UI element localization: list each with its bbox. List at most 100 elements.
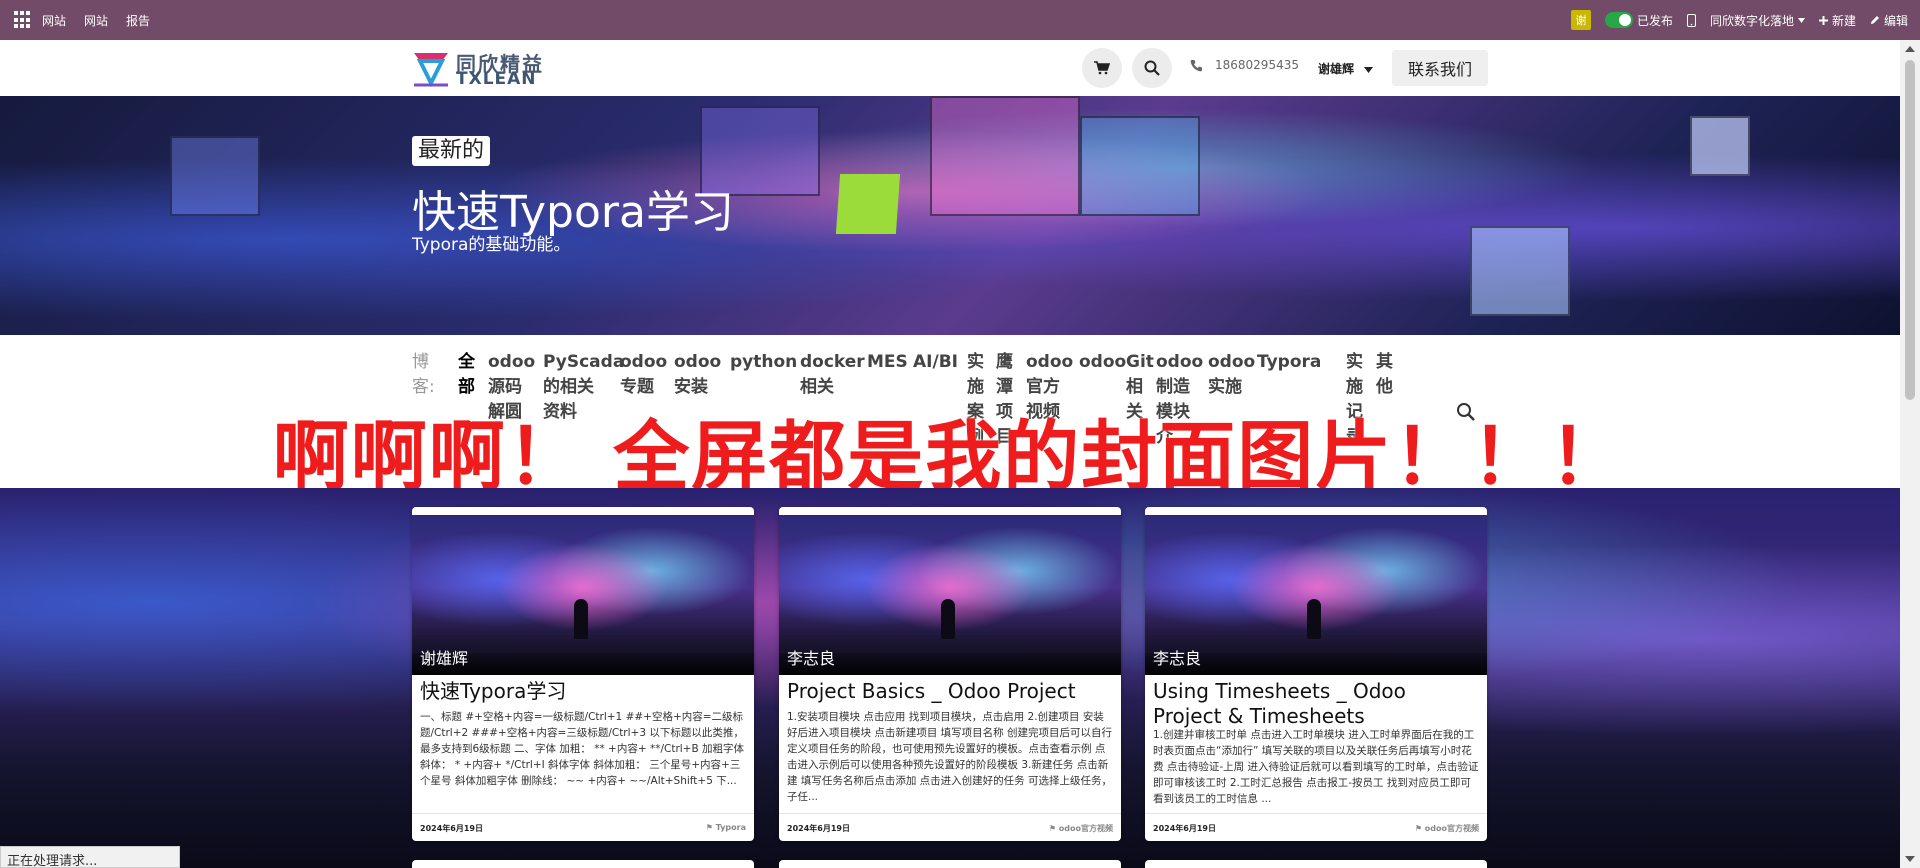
- card-tag[interactable]: ⚑ odoo官方视频: [1415, 823, 1479, 834]
- hero-art-panel: [170, 136, 260, 216]
- blog-filter-item-line: MES: [867, 352, 908, 372]
- blog-filter-item-line: odoo: [620, 352, 668, 372]
- admin-bar: 网站 网站 报告 谢 已发布 同欣数字化落地 新建 编辑: [0, 0, 1920, 40]
- blog-filter-item[interactable]: python: [730, 350, 797, 375]
- user-avatar[interactable]: 谢: [1570, 10, 1591, 30]
- site-header: 同欣精益 TXLEAN 18680295435 谢雄辉 联系我们: [0, 40, 1900, 96]
- logo-mark-icon: [414, 53, 448, 87]
- card-date: 2024年6月19日: [787, 824, 850, 833]
- contact-us-button[interactable]: 联系我们: [1392, 50, 1488, 86]
- card-title[interactable]: Using Timesheets _ Odoo Project & Timesh…: [1153, 679, 1479, 729]
- logo-english-name: TXLEAN: [456, 69, 537, 89]
- phone-number: 18680295435: [1215, 58, 1299, 72]
- cart-icon: [1094, 61, 1110, 75]
- apps-grid-icon[interactable]: [14, 11, 32, 29]
- status-bar: 正在处理请求...: [0, 846, 180, 868]
- card-footer: 2024年6月19日 ⚑ odoo官方视频: [1145, 813, 1487, 841]
- blog-filter-item-line: odoo: [1156, 352, 1204, 372]
- blog-filter-item-line: docker: [800, 352, 865, 372]
- site-logo[interactable]: 同欣精益 TXLEAN: [412, 47, 572, 89]
- page-scrollbar[interactable]: [1900, 40, 1920, 868]
- blog-card[interactable]: 谢雄辉 快速Typora学习 一、标题 #+空格+内容=一级标题/Ctrl+1 …: [412, 507, 754, 841]
- blog-filter-item-line: odoo: [1079, 352, 1127, 372]
- pencil-icon: [1870, 16, 1879, 24]
- toggle-switch-icon: [1604, 12, 1633, 28]
- caret-down-icon: [1364, 67, 1374, 73]
- blog-filter-item[interactable]: MES: [867, 350, 908, 375]
- card-author: 谢雄辉: [420, 649, 469, 668]
- card-author: 李志良: [1153, 649, 1202, 668]
- blog-filter-item[interactable]: odoo 安装: [674, 350, 721, 400]
- user-name: 谢雄辉: [1318, 62, 1355, 76]
- blog-filter-item[interactable]: AI/BI: [913, 350, 958, 375]
- blog-filter-item[interactable]: 全部: [458, 350, 475, 400]
- hero-art-green-panel: [835, 174, 901, 234]
- blog-filter-item-line: odoo: [1026, 352, 1074, 372]
- card-tag-label: odoo官方视频: [1058, 824, 1113, 833]
- mobile-preview-button[interactable]: [1686, 13, 1696, 27]
- blog-filter-item-line: Git: [1126, 352, 1154, 372]
- blog-filter-item-line: 鹰: [996, 352, 1013, 372]
- card-tag[interactable]: ⚑ Typora: [706, 823, 746, 832]
- blog-card-next-row[interactable]: [1145, 860, 1487, 868]
- hero-art-panel: [1080, 116, 1200, 216]
- card-title[interactable]: Project Basics _ Odoo Project: [787, 679, 1113, 704]
- caret-down-icon: [1797, 17, 1805, 23]
- hero-banner[interactable]: 最新的 快速Typora学习 Typora的基础功能。: [0, 96, 1900, 335]
- blog-filter-item-line: odoo: [1208, 352, 1256, 372]
- scroll-up-arrow-icon[interactable]: [1905, 46, 1915, 52]
- site-dropdown[interactable]: 同欣数字化落地: [1710, 12, 1805, 29]
- scroll-down-arrow-icon[interactable]: [1905, 856, 1915, 862]
- blog-card[interactable]: 李志良 Project Basics _ Odoo Project 1.安装项目…: [779, 507, 1121, 841]
- blog-filter-item-line: PyScada: [543, 352, 625, 372]
- hero-badge: 最新的: [412, 136, 491, 166]
- blog-filter-item[interactable]: 其他: [1376, 350, 1393, 400]
- admin-menu-website-app[interactable]: 网站: [42, 12, 66, 29]
- blog-filter-label: 博 客:: [412, 350, 435, 400]
- card-date: 2024年6月19日: [1153, 824, 1216, 833]
- admin-menu-website[interactable]: 网站: [84, 12, 108, 29]
- new-button[interactable]: 新建: [1818, 12, 1856, 29]
- blog-filter-item[interactable]: docker 相关: [800, 350, 865, 400]
- card-tag-label: Typora: [715, 823, 746, 832]
- card-tag-label: odoo官方视频: [1424, 824, 1479, 833]
- blog-card-next-row[interactable]: [412, 860, 754, 868]
- phone-icon: [1190, 59, 1202, 71]
- header-search-button[interactable]: [1132, 48, 1172, 88]
- card-footer: 2024年6月19日 ⚑ Typora: [412, 813, 754, 841]
- card-footer: 2024年6月19日 ⚑ odoo官方视频: [779, 813, 1121, 841]
- mobile-icon: [1686, 13, 1696, 27]
- blog-filter-item[interactable]: odoo 实施: [1208, 350, 1255, 400]
- card-author: 李志良: [787, 649, 836, 668]
- blog-filter-item-line: python: [730, 352, 798, 372]
- edit-button[interactable]: 编辑: [1870, 12, 1908, 29]
- blog-filter-item[interactable]: odoo: [1079, 350, 1126, 375]
- site-label: 同欣数字化落地: [1709, 13, 1794, 28]
- card-date: 2024年6月19日: [420, 824, 483, 833]
- publish-toggle[interactable]: 已发布: [1604, 12, 1673, 29]
- blog-card-next-row[interactable]: [779, 860, 1121, 868]
- blog-filter-item[interactable]: Typora: [1257, 350, 1321, 375]
- hero-art-panel: [1470, 226, 1570, 316]
- hero-art-panel: [930, 96, 1080, 216]
- admin-bar-right: 谢 已发布 同欣数字化落地 新建 编辑: [1570, 0, 1908, 40]
- blog-filter-item-line: odoo: [488, 352, 536, 372]
- cart-button[interactable]: [1082, 48, 1122, 88]
- card-title[interactable]: 快速Typora学习: [420, 679, 746, 704]
- card-excerpt: 1.安装项目模块 点击应用 找到项目模块，点击启用 2.创建项目 安装好后进入项…: [787, 711, 1113, 803]
- new-label: 新建: [1831, 13, 1856, 28]
- plus-icon: [1818, 15, 1828, 25]
- admin-menu: 网站 网站 报告: [42, 12, 150, 29]
- blog-filter-item-line: 实: [967, 352, 984, 372]
- user-dropdown[interactable]: 谢雄辉: [1318, 60, 1374, 77]
- blog-filter-item-line: 其: [1376, 352, 1393, 372]
- card-cover-figure: [574, 599, 588, 639]
- card-tag[interactable]: ⚑ odoo官方视频: [1049, 823, 1113, 834]
- admin-menu-reports[interactable]: 报告: [126, 12, 150, 29]
- edit-label: 编辑: [1883, 13, 1908, 28]
- card-cover-figure: [1307, 599, 1321, 639]
- scrollbar-thumb[interactable]: [1905, 60, 1915, 400]
- phone-contact[interactable]: 18680295435: [1190, 58, 1299, 72]
- blog-card[interactable]: 李志良 Using Timesheets _ Odoo Project & Ti…: [1145, 507, 1487, 841]
- blog-filter-item[interactable]: odoo 专题: [620, 350, 667, 400]
